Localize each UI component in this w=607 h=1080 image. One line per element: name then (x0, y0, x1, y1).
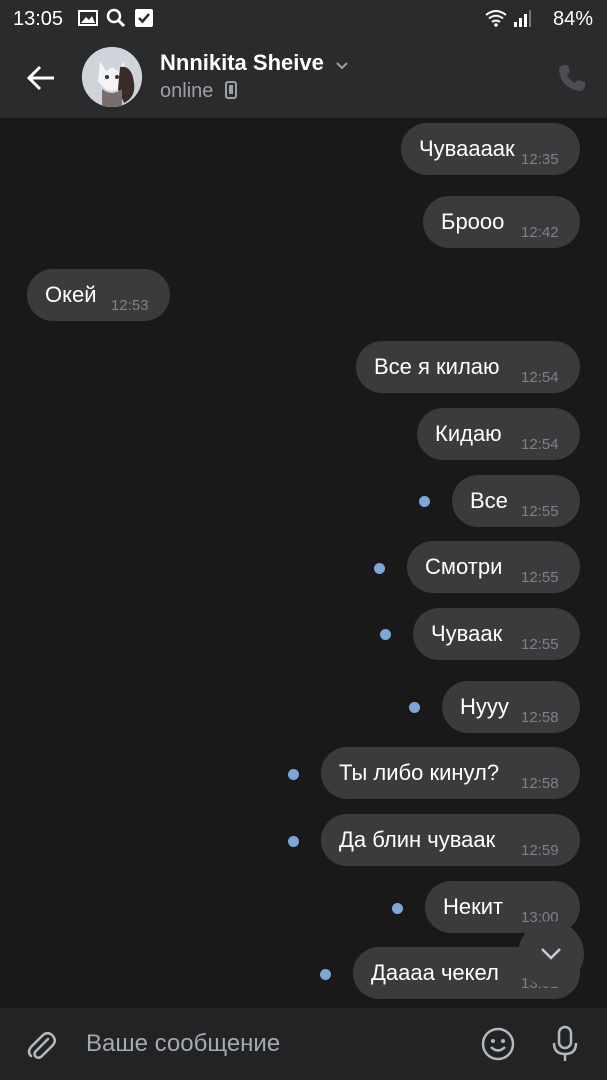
message-text: Все (470, 488, 508, 513)
chevron-down-icon (541, 948, 561, 960)
message-bubble[interactable]: Нууу 12:58 (442, 681, 580, 733)
message-text: Брооо (441, 209, 505, 234)
message-time: 12:58 (521, 775, 559, 792)
message-bubble[interactable]: Брооо 12:42 (423, 196, 580, 248)
status-bar: 13:05 84% (0, 0, 607, 36)
message-text: Чуваак (431, 621, 503, 646)
message-text: Даааа чекел (371, 960, 499, 985)
message-bubble[interactable]: Все 12:55 (452, 475, 580, 527)
checkbox-icon (135, 9, 153, 27)
avatar-image (82, 47, 142, 107)
message-composer (0, 1008, 607, 1080)
message-time: 12:55 (521, 569, 559, 586)
unread-indicator (288, 769, 299, 780)
signal-icon (514, 10, 531, 27)
message-time: 12:53 (111, 297, 149, 314)
message-text: Все я килаю (374, 354, 500, 379)
mobile-device-icon (224, 81, 237, 99)
message-list[interactable]: Чуваааак 12:35 Брооо 12:42 Окей 12:53 Вс… (0, 118, 607, 1008)
chat-title[interactable]: Nnnikita Sheive online (160, 50, 350, 103)
message-time: 12:42 (521, 224, 559, 241)
message-bubble[interactable]: Да блин чуваак 12:59 (321, 814, 580, 866)
message-time: 12:54 (521, 369, 559, 386)
microphone-icon[interactable] (548, 1024, 582, 1064)
message-time: 12:55 (521, 503, 559, 520)
message-time: 12:59 (521, 842, 559, 859)
message-text: Чуваааак (419, 136, 515, 161)
attach-icon[interactable] (24, 1028, 58, 1062)
wifi-icon (485, 10, 507, 27)
message-text: Нууу (460, 694, 509, 719)
chat-header: Nnnikita Sheive online (0, 36, 607, 118)
message-text: Кидаю (435, 421, 502, 446)
message-bubble[interactable]: Смотри 12:55 (407, 541, 580, 593)
unread-indicator (380, 629, 391, 640)
unread-indicator (320, 969, 331, 980)
message-bubble[interactable]: Все я килаю 12:54 (356, 341, 580, 393)
contact-name: Nnnikita Sheive (160, 50, 324, 75)
message-time: 12:54 (521, 436, 559, 453)
unread-indicator (374, 563, 385, 574)
phone-icon[interactable] (556, 62, 588, 94)
back-arrow-icon[interactable] (24, 60, 60, 96)
message-bubble[interactable]: Окей 12:53 (27, 269, 170, 321)
contact-status: online (160, 80, 214, 102)
unread-indicator (288, 836, 299, 847)
message-time: 12:55 (521, 636, 559, 653)
search-icon (106, 8, 126, 28)
message-text: Некит (443, 894, 504, 919)
message-time: 12:35 (521, 151, 559, 168)
status-time: 13:05 (13, 8, 64, 30)
message-text: Смотри (425, 554, 503, 579)
avatar[interactable] (82, 47, 142, 107)
message-bubble[interactable]: Чуваааак 12:35 (401, 123, 580, 175)
scroll-to-bottom-button[interactable] (518, 921, 584, 987)
message-input[interactable] (80, 1024, 472, 1064)
image-icon (78, 10, 98, 26)
unread-indicator (409, 702, 420, 713)
message-bubble[interactable]: Кидаю 12:54 (417, 408, 580, 460)
unread-indicator (392, 903, 403, 914)
emoji-icon[interactable] (480, 1026, 516, 1062)
battery-percent: 84% (552, 8, 593, 30)
message-text: Окей (45, 282, 97, 307)
chevron-down-icon[interactable] (334, 58, 350, 74)
message-text: Да блин чуваак (339, 827, 496, 852)
message-bubble[interactable]: Ты либо кинул? 12:58 (321, 747, 580, 799)
message-bubble[interactable]: Чуваак 12:55 (413, 608, 580, 660)
message-time: 12:58 (521, 709, 559, 726)
message-text: Ты либо кинул? (339, 760, 500, 785)
unread-indicator (419, 496, 430, 507)
